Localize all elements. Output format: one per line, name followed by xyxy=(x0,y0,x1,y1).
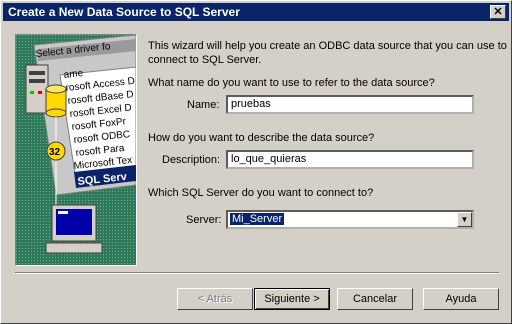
title-bar[interactable]: Create a New Data Source to SQL Server ✕ xyxy=(3,3,509,21)
odbc-32-badge: 32 xyxy=(46,141,66,161)
intro-line-2: connect to SQL Server. xyxy=(148,54,262,66)
computer-icon xyxy=(45,204,103,254)
name-field[interactable]: pruebas xyxy=(226,95,474,114)
separator xyxy=(15,272,499,274)
server-question: Which SQL Server do you want to connect … xyxy=(148,187,374,199)
server-label: Server: xyxy=(186,214,222,226)
name-question: What name do you want to use to refer to… xyxy=(148,77,435,89)
cancel-button[interactable]: Cancelar xyxy=(337,288,413,310)
window-title: Create a New Data Source to SQL Server xyxy=(8,5,240,19)
description-question: How do you want to describe the data sou… xyxy=(148,132,375,144)
server-icon xyxy=(25,64,49,114)
help-button[interactable]: Ayuda xyxy=(423,288,499,310)
illus-driver: ame xyxy=(63,68,84,81)
help-button-label: Ayuda xyxy=(445,293,477,305)
server-select[interactable]: Mi_Server ▼ xyxy=(226,210,474,229)
close-button[interactable]: ✕ xyxy=(490,5,506,19)
description-field[interactable]: lo_que_quieras xyxy=(226,150,474,169)
back-button[interactable]: < Atrás xyxy=(177,288,253,310)
intro-line-1: This wizard will help you create an ODBC… xyxy=(148,40,507,52)
server-select-value: Mi_Server xyxy=(230,213,285,225)
name-label: Name: xyxy=(187,99,220,111)
cancel-button-label: Cancelar xyxy=(352,293,398,305)
badge-text: 32 xyxy=(49,147,61,158)
description-label: Description: xyxy=(162,154,221,166)
database-icon xyxy=(45,84,67,118)
wizard-illustration: Select a driver fo ame rosoft Access D r… xyxy=(15,34,137,266)
back-button-label: < Atrás xyxy=(197,293,233,305)
dialog-window: Create a New Data Source to SQL Server ✕… xyxy=(0,0,512,324)
close-icon: ✕ xyxy=(493,6,503,18)
illustration-art: Select a driver fo ame rosoft Access D r… xyxy=(16,35,136,265)
next-button-label: Siguiente > xyxy=(264,293,320,305)
next-button[interactable]: Siguiente > xyxy=(254,288,330,310)
dropdown-arrow-icon[interactable]: ▼ xyxy=(457,212,472,227)
